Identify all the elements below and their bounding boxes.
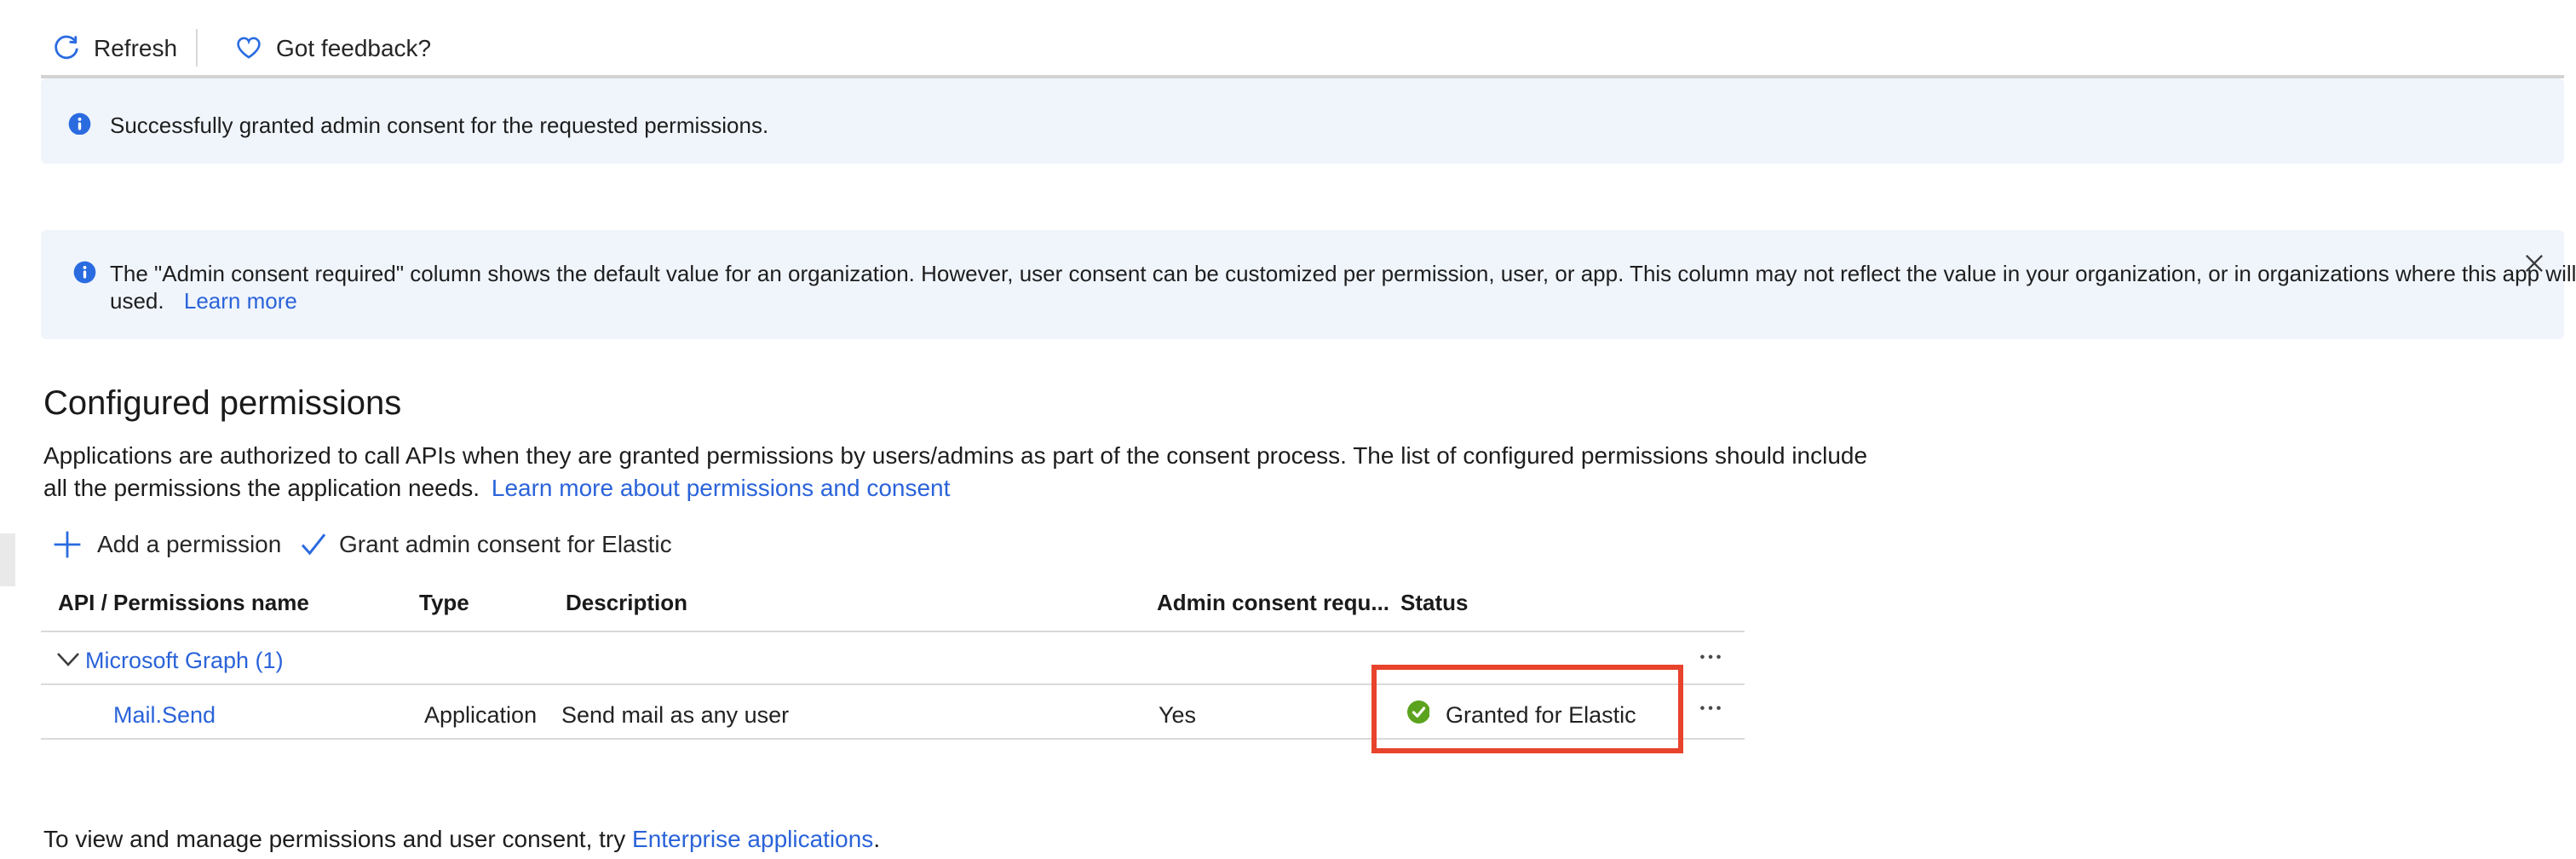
add-permission-button[interactable]: Add a permission (53, 528, 281, 559)
admin-consent-required-cell: Yes (1159, 701, 1196, 727)
enterprise-applications-link[interactable]: Enterprise applications (632, 824, 873, 851)
grant-admin-consent-label: Grant admin consent for Elastic (339, 530, 672, 557)
success-banner: Successfully granted admin consent for t… (41, 78, 2564, 163)
row-context-menu-button[interactable]: ••• (1690, 647, 1734, 667)
banner-text-line2: used. (110, 288, 164, 314)
refresh-icon (53, 34, 80, 61)
heart-icon (235, 34, 262, 61)
admin-consent-info-banner: The "Admin consent required" column show… (41, 230, 2564, 338)
footer-text: To view and manage permissions and user … (43, 824, 632, 851)
header-divider (41, 630, 1744, 632)
microsoft-graph-link[interactable]: Microsoft Graph (1) (85, 647, 284, 672)
learn-more-link[interactable]: Learn more (184, 288, 297, 314)
permission-name-link[interactable]: Mail.Send (113, 701, 216, 727)
refresh-button[interactable]: Refresh (53, 32, 177, 63)
column-header-admin-consent: Admin consent requ... (1157, 590, 1389, 615)
left-edge-scrollbar[interactable] (0, 533, 15, 585)
column-header-status: Status (1400, 590, 1468, 615)
refresh-label: Refresh (94, 34, 177, 61)
page-title: Configured permissions (43, 383, 401, 424)
banner-text-line1: The "Admin consent required" column show… (110, 260, 2576, 285)
red-highlight-annotation (1371, 665, 1682, 752)
banner-close-button[interactable] (2515, 244, 2552, 281)
info-icon (73, 261, 96, 284)
permissions-table: API / Permissions name Type Description … (41, 579, 1744, 767)
feedback-button[interactable]: Got feedback? (235, 32, 431, 63)
permission-type-cell: Application (424, 701, 537, 727)
row-context-menu-button[interactable]: ••• (1690, 699, 1734, 719)
description-line1: Applications are authorized to call APIs… (43, 441, 1867, 469)
plus-icon (53, 529, 82, 558)
column-header-api-name: API / Permissions name (58, 590, 309, 615)
feedback-label: Got feedback? (276, 34, 431, 61)
permission-description-cell: Send mail as any user (561, 701, 789, 727)
toolbar-divider (196, 29, 198, 66)
admin-consent-banner-text: The "Admin consent required" column show… (110, 260, 2576, 316)
column-header-type: Type (419, 590, 469, 615)
learn-more-permissions-link[interactable]: Learn more about permissions and consent (492, 473, 951, 500)
footer-note: To view and manage permissions and user … (43, 824, 880, 851)
check-icon (300, 531, 327, 556)
api-permissions-page: Refresh Got feedback? Successfully grant… (0, 0, 2576, 859)
close-icon (2524, 253, 2543, 272)
add-permission-label: Add a permission (97, 530, 281, 557)
chevron-down-icon[interactable] (55, 650, 79, 667)
column-header-description: Description (566, 590, 687, 615)
section-description: Applications are authorized to call APIs… (43, 440, 1867, 503)
grant-admin-consent-button[interactable]: Grant admin consent for Elastic (300, 528, 672, 559)
success-banner-text: Successfully granted admin consent for t… (110, 112, 768, 137)
commandbar-separator (41, 75, 2564, 78)
info-icon (68, 112, 91, 135)
footer-period: . (873, 824, 880, 851)
description-line2: all the permissions the application need… (43, 473, 480, 500)
